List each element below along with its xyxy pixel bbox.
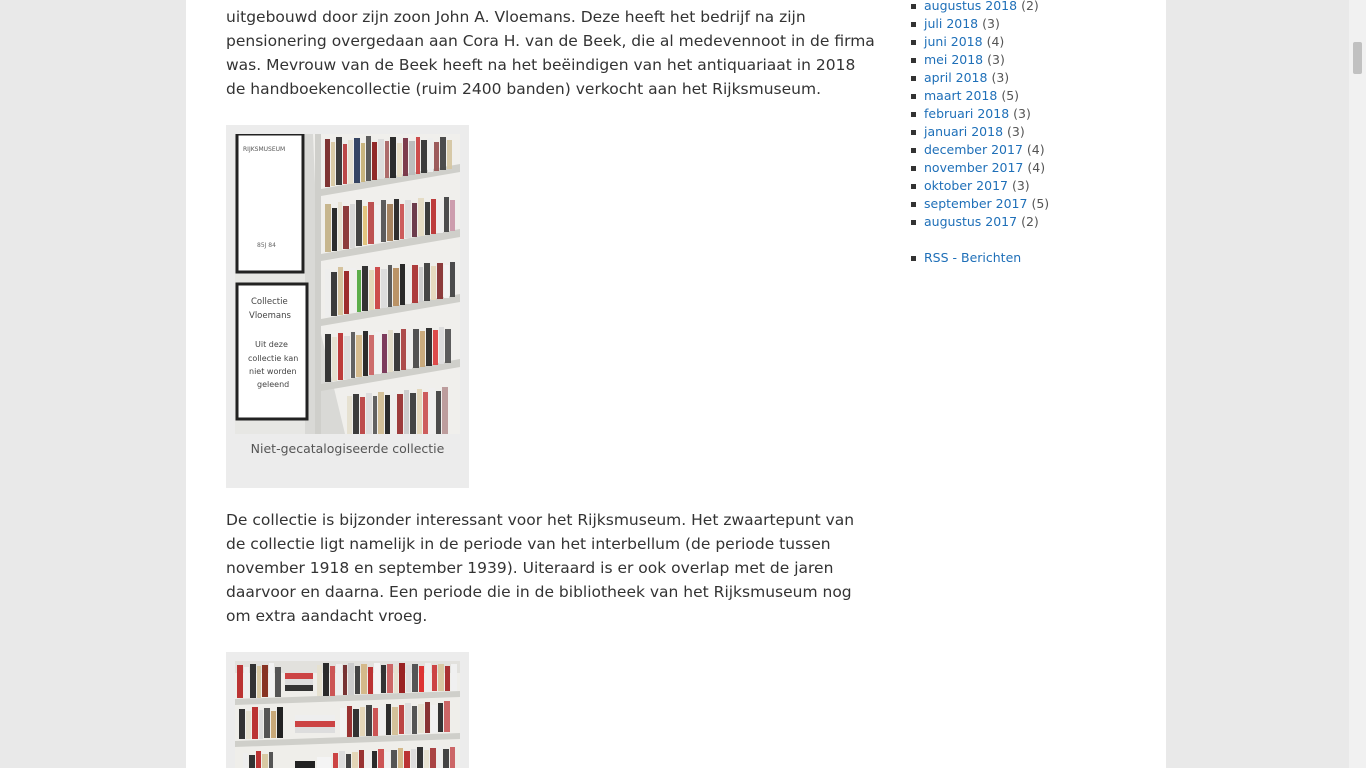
archive-item: februari 2018 (3) bbox=[911, 105, 1031, 123]
archive-count: (4) bbox=[986, 34, 1005, 49]
sign-text-line: collectie kan bbox=[248, 354, 298, 363]
archive-count: (3) bbox=[1011, 178, 1030, 193]
paragraph-line: november 1918 en september 1939). Uitera… bbox=[226, 559, 834, 577]
archive-link[interactable]: december 2017 bbox=[924, 142, 1023, 157]
sign-text-line: Uit deze bbox=[255, 340, 288, 349]
archive-item: augustus 2018 (2) bbox=[911, 0, 1039, 15]
archive-link[interactable]: november 2017 bbox=[924, 160, 1023, 175]
archive-item: juni 2018 (4) bbox=[911, 33, 1005, 51]
archive-count: (5) bbox=[1001, 88, 1020, 103]
archive-count: (2) bbox=[1021, 0, 1039, 13]
archive-count: (3) bbox=[982, 16, 1000, 31]
paragraph-line: uitgebouwd door zijn zoon John A. Vloema… bbox=[226, 8, 806, 26]
archive-count: (4) bbox=[1026, 142, 1045, 157]
figure-uncatalogued-collection: RIJKSMUSEUM 85J 84 Collectie Vloemans Ui… bbox=[226, 125, 469, 488]
bookshelf-image-2 bbox=[235, 661, 460, 768]
archive-count: (3) bbox=[1007, 124, 1025, 139]
bullet-icon bbox=[911, 202, 916, 207]
sign-text-line: Vloemans bbox=[249, 311, 291, 321]
sign-text-line: Collectie bbox=[251, 297, 288, 307]
paragraph-line: pensionering overgedaan aan Cora H. van … bbox=[226, 32, 875, 50]
bullet-icon bbox=[911, 148, 916, 153]
paragraph-line: de collectie ligt namelijk in de periode… bbox=[226, 535, 831, 553]
archive-item: maart 2018 (5) bbox=[911, 87, 1020, 105]
paragraph-line: om extra aandacht vroeg. bbox=[226, 607, 428, 625]
archive-link[interactable]: januari 2018 bbox=[924, 124, 1003, 139]
archive-count: (2) bbox=[1021, 214, 1039, 229]
figure-bookshelf-2 bbox=[226, 652, 469, 768]
archive-link[interactable]: april 2018 bbox=[924, 70, 987, 85]
archive-link[interactable]: oktober 2017 bbox=[924, 178, 1008, 193]
archive-item: augustus 2017 (2) bbox=[911, 213, 1039, 231]
paragraph-line: was. Mevrouw van de Beek heeft na het be… bbox=[226, 56, 856, 74]
archive-item: november 2017 (4) bbox=[911, 159, 1046, 177]
archive-item: september 2017 (5) bbox=[911, 195, 1050, 213]
paragraph-line: De collectie is bijzonder interessant vo… bbox=[226, 511, 855, 529]
bullet-icon bbox=[911, 58, 916, 63]
archive-link[interactable]: mei 2018 bbox=[924, 52, 983, 67]
archive-link[interactable]: maart 2018 bbox=[924, 88, 997, 103]
archive-link[interactable]: juni 2018 bbox=[924, 34, 983, 49]
bullet-icon bbox=[911, 220, 916, 225]
bullet-icon bbox=[911, 4, 916, 9]
archive-item: april 2018 (3) bbox=[911, 69, 1010, 87]
bullet-icon bbox=[911, 40, 916, 45]
paragraph-line: de handboekencollectie (ruim 2400 banden… bbox=[226, 80, 822, 98]
bullet-icon bbox=[911, 166, 916, 171]
bullet-icon bbox=[911, 112, 916, 117]
bullet-icon bbox=[911, 76, 916, 81]
archive-item: juli 2018 (3) bbox=[911, 15, 1000, 33]
archive-count: (4) bbox=[1027, 160, 1046, 175]
rss-item: RSS - Berichten bbox=[911, 249, 1021, 267]
bullet-icon bbox=[911, 22, 916, 27]
sign-top-title: RIJKSMUSEUM bbox=[243, 146, 285, 153]
archive-link[interactable]: september 2017 bbox=[924, 196, 1027, 211]
bookshelf-photo-2[interactable] bbox=[235, 661, 460, 768]
archive-count: (3) bbox=[987, 52, 1005, 67]
archive-item: januari 2018 (3) bbox=[911, 123, 1025, 141]
archive-count: (5) bbox=[1031, 196, 1050, 211]
paragraph-line: daarvoor en daarna. Een periode die in d… bbox=[226, 583, 852, 601]
archive-link[interactable]: augustus 2018 bbox=[924, 0, 1017, 13]
figure-caption: Niet-gecatalogiseerde collectie bbox=[250, 441, 445, 456]
bullet-icon bbox=[911, 256, 916, 261]
bullet-icon bbox=[911, 184, 916, 189]
sign-text-line: niet worden bbox=[249, 367, 297, 376]
vertical-scrollbar[interactable] bbox=[1349, 0, 1366, 768]
scrollbar-thumb[interactable] bbox=[1353, 42, 1362, 74]
rss-link[interactable]: RSS - Berichten bbox=[924, 250, 1021, 265]
archive-link[interactable]: februari 2018 bbox=[924, 106, 1009, 121]
archive-item: oktober 2017 (3) bbox=[911, 177, 1030, 195]
article-paragraph-1: uitgebouwd door zijn zoon John A. Vloema… bbox=[226, 5, 875, 101]
article-paragraph-2: De collectie is bijzonder interessant vo… bbox=[226, 508, 866, 628]
sign-text-line: geleend bbox=[257, 380, 289, 389]
archive-item: december 2017 (4) bbox=[911, 141, 1045, 159]
archive-count: (3) bbox=[991, 70, 1010, 85]
sign-top-code: 85J 84 bbox=[257, 242, 276, 249]
bookshelf-photo[interactable]: RIJKSMUSEUM 85J 84 Collectie Vloemans Ui… bbox=[235, 134, 460, 434]
bullet-icon bbox=[911, 130, 916, 135]
bookshelf-image: RIJKSMUSEUM 85J 84 Collectie Vloemans Ui… bbox=[235, 134, 460, 434]
archive-count: (3) bbox=[1013, 106, 1031, 121]
page: uitgebouwd door zijn zoon John A. Vloema… bbox=[186, 0, 1166, 768]
archive-item: mei 2018 (3) bbox=[911, 51, 1005, 69]
bullet-icon bbox=[911, 94, 916, 99]
archive-link[interactable]: augustus 2017 bbox=[924, 214, 1017, 229]
archive-link[interactable]: juli 2018 bbox=[924, 16, 978, 31]
